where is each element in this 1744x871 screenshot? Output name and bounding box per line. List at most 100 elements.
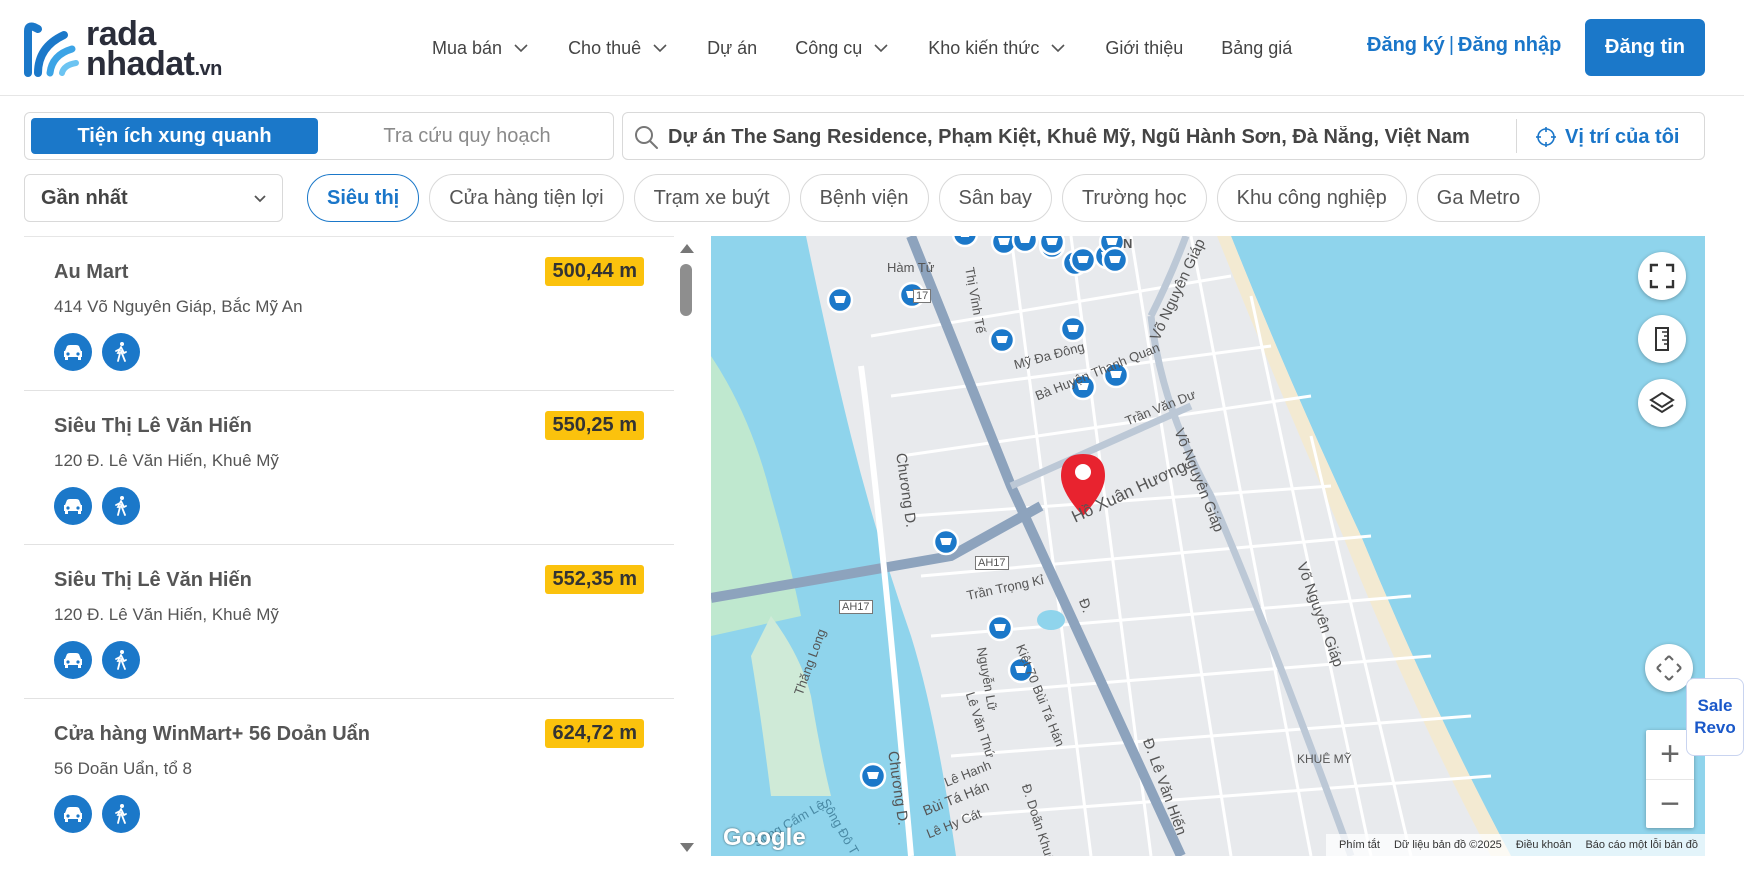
- login-link[interactable]: Đăng nhập: [1458, 34, 1561, 56]
- distance-badge: 550,25 m: [545, 411, 644, 440]
- car-icon: [64, 499, 82, 514]
- sale-revo-widget[interactable]: Sale Revo: [1686, 678, 1744, 756]
- driving-directions-button[interactable]: [54, 795, 92, 833]
- small-lake: [1037, 610, 1065, 630]
- driving-directions-button[interactable]: [54, 333, 92, 371]
- category-chip-6[interactable]: Khu công nghiệp: [1216, 174, 1407, 222]
- sort-select[interactable]: Gần nhất: [24, 174, 283, 222]
- walking-directions-button[interactable]: [102, 795, 140, 833]
- store-marker-icon: [1011, 236, 1039, 254]
- map-area-label: KHUÊ MỸ: [1297, 752, 1352, 766]
- place-name: Siêu Thị Lê Văn Hiến: [54, 415, 252, 437]
- list-item[interactable]: Cửa hàng WinMart+ 56 Doản Uẩn 56 Doãn Uẩn…: [24, 699, 674, 852]
- logo-wordmark: rada nhadat.vn: [86, 17, 222, 81]
- walking-person-icon: [115, 496, 127, 516]
- report-error-link[interactable]: Báo cáo một lỗi bản đồ: [1578, 839, 1705, 851]
- sale-revo-line2: Revo: [1694, 718, 1736, 737]
- store-marker-icon: [1059, 315, 1087, 343]
- category-chip-4[interactable]: Sân bay: [938, 174, 1052, 222]
- map-route-shield: 17: [913, 289, 932, 303]
- nav-item-2[interactable]: Dự án: [707, 38, 757, 59]
- post-listing-button[interactable]: Đăng tin: [1585, 19, 1705, 76]
- store-marker-icon: [1101, 246, 1129, 274]
- category-chip-5[interactable]: Trường học: [1061, 174, 1207, 222]
- layers-icon: [1649, 391, 1675, 414]
- store-marker-icon: [859, 762, 887, 790]
- nav-item-label: Cho thuê: [568, 37, 642, 58]
- map-canvas: [711, 236, 1705, 856]
- results-list: Au Mart 414 Võ Nguyên Giáp, Bắc Mỹ An 500,…: [24, 236, 674, 852]
- walking-directions-button[interactable]: [102, 333, 140, 371]
- map-label: N: [1123, 236, 1133, 251]
- logo-mark-icon: [24, 21, 80, 77]
- walking-person-icon: [115, 342, 127, 362]
- category-chips: Siêu thị Cửa hàng tiện lợi Trạm xe buýt Bện…: [307, 174, 1550, 222]
- distance-badge: 624,72 m: [545, 719, 644, 748]
- nav-item-0[interactable]: Mua bán: [432, 38, 530, 59]
- nav-item-4[interactable]: Kho kiến thức: [928, 38, 1067, 59]
- register-link[interactable]: Đăng ký: [1367, 34, 1445, 56]
- chevron-down-icon: [874, 44, 888, 53]
- category-chip-2[interactable]: Trạm xe buýt: [633, 174, 790, 222]
- nav-item-label: Kho kiến thức: [928, 37, 1040, 58]
- search-divider: [1516, 119, 1517, 153]
- store-marker-icon: [951, 236, 979, 248]
- store-marker-icon: [988, 326, 1016, 354]
- list-item[interactable]: Au Mart 414 Võ Nguyên Giáp, Bắc Mỹ An 500,…: [24, 237, 674, 391]
- tab-planning-lookup[interactable]: Tra cứu quy hoạch: [325, 118, 609, 154]
- map-attribution: Phím tắt Dữ liệu bản đồ ©2025 Điều khoản…: [1326, 834, 1705, 856]
- scroll-thumb[interactable]: [680, 264, 692, 316]
- layers-button[interactable]: [1638, 379, 1686, 427]
- auth-separator: |: [1448, 34, 1455, 56]
- keyboard-shortcuts-link[interactable]: Phím tắt: [1332, 839, 1387, 851]
- list-item[interactable]: Siêu Thị Lê Văn Hiến 120 Đ. Lê Văn Hiến, …: [24, 545, 674, 699]
- location-search: Vị trí của tôi: [622, 112, 1705, 160]
- radanhadat-logo[interactable]: rada nhadat.vn: [24, 17, 254, 81]
- category-chip-0[interactable]: Siêu thị: [307, 174, 420, 222]
- walking-directions-button[interactable]: [102, 487, 140, 525]
- logo-tld: .vn: [194, 58, 222, 80]
- store-marker-icon: [932, 528, 960, 556]
- driving-directions-button[interactable]: [54, 487, 92, 525]
- my-location-button[interactable]: Vị trí của tôi: [1535, 123, 1679, 151]
- category-chip-7[interactable]: Ga Metro: [1416, 174, 1541, 222]
- chevron-down-icon: [514, 44, 528, 53]
- walking-person-icon: [115, 650, 127, 670]
- scroll-down-arrow-icon[interactable]: [680, 843, 694, 852]
- store-marker-icon: [826, 286, 854, 314]
- sale-revo-line1: Sale: [1697, 695, 1733, 715]
- nav-item-5[interactable]: Giới thiệu: [1105, 38, 1183, 59]
- place-name: Au Mart: [54, 261, 129, 283]
- sort-selected-value: Gần nhất: [41, 186, 128, 209]
- ruler-icon: [1655, 327, 1669, 351]
- scroll-up-arrow-icon[interactable]: [680, 244, 694, 253]
- place-name: Cửa hàng WinMart+ 56 Doản Uẩn: [54, 723, 371, 745]
- chevron-down-icon: [653, 44, 667, 53]
- place-address: 56 Doãn Uẩn, tổ 8: [54, 759, 192, 778]
- list-item[interactable]: Siêu Thị Lê Văn Hiến 120 Đ. Lê Văn Hiến, …: [24, 391, 674, 545]
- zoom-out-button[interactable]: −: [1646, 779, 1694, 828]
- move-arrows-icon: [1656, 655, 1682, 681]
- chevron-down-icon: [1051, 44, 1065, 53]
- nav-item-3[interactable]: Công cụ: [795, 38, 890, 59]
- nav-item-1[interactable]: Cho thuê: [568, 38, 669, 59]
- map-view[interactable]: Hàm Tử 17 Thị Vĩnh Tế Mỹ Đa Đông Bà Huyệ…: [711, 236, 1705, 856]
- category-chip-3[interactable]: Bệnh viện: [799, 174, 929, 222]
- fullscreen-icon: [1649, 263, 1675, 289]
- tab-nearby-amenities[interactable]: Tiện ích xung quanh: [31, 118, 318, 154]
- nav-item-6[interactable]: Bảng giá: [1221, 38, 1292, 59]
- my-location-label: Vị trí của tôi: [1565, 125, 1680, 148]
- store-marker-icon: [986, 614, 1014, 642]
- driving-directions-button[interactable]: [54, 641, 92, 679]
- results-scrollbar[interactable]: [678, 244, 694, 852]
- terms-link[interactable]: Điều khoản: [1509, 839, 1579, 851]
- logo-name-bottom: nhadat.vn: [86, 45, 222, 83]
- search-input[interactable]: [668, 120, 1488, 154]
- auth-links: Đăng ký | Đăng nhập: [1367, 34, 1561, 57]
- category-chip-1[interactable]: Cửa hàng tiện lợi: [429, 174, 624, 222]
- walking-directions-button[interactable]: [102, 641, 140, 679]
- map-route-shield: AH17: [839, 600, 873, 614]
- place-address: 120 Đ. Lê Văn Hiến, Khuê Mỹ: [54, 605, 279, 624]
- measure-button[interactable]: [1638, 315, 1686, 363]
- fullscreen-button[interactable]: [1638, 252, 1686, 300]
